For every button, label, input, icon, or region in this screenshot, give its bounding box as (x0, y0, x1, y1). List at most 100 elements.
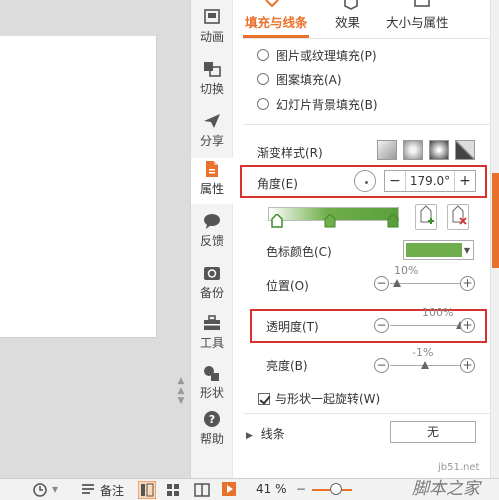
effects-icon (344, 0, 358, 10)
stop-color-swatch (406, 243, 462, 257)
angle-value[interactable]: 179.0° (405, 171, 455, 191)
brightness-plus-button[interactable]: + (460, 358, 475, 373)
vtab-backup[interactable]: 备份 (191, 262, 233, 308)
brightness-minus-button[interactable]: − (374, 358, 389, 373)
feedback-icon (204, 214, 220, 229)
zoom-out-button[interactable]: − (296, 482, 306, 496)
radio-label: 图案填充(A) (276, 72, 342, 87)
help-icon: ? (204, 411, 220, 427)
brightness-label: 亮度(B) (266, 359, 308, 373)
position-plus-button[interactable]: + (460, 276, 475, 291)
gradient-style-radial[interactable] (403, 140, 423, 160)
notes-icon (82, 484, 94, 494)
gradient-stop-3[interactable] (387, 214, 399, 228)
brightness-value: -1% (412, 346, 434, 359)
rotate-with-shape-label: 与形状一起旋转(W) (275, 392, 381, 406)
position-minus-button[interactable]: − (374, 276, 389, 291)
gradient-stop-2[interactable] (324, 214, 336, 228)
panel-collapse-handle[interactable] (492, 173, 499, 268)
vtab-tools[interactable]: 工具 (191, 312, 233, 358)
transition-icon (204, 62, 221, 77)
notes-button[interactable]: 备注 (100, 482, 124, 499)
transparency-slider[interactable]: − + 100% (374, 306, 475, 336)
zoom-slider-thumb[interactable] (330, 483, 342, 495)
slideshow-icon[interactable] (222, 482, 236, 496)
reading-view-icon[interactable] (194, 483, 210, 497)
line-section-label: 线条 (260, 427, 285, 441)
watermark-brand: 脚本之家 (412, 479, 480, 499)
slider-thumb[interactable] (420, 361, 429, 369)
panel-collapse-arrows[interactable]: ▲ ▲ ▼ (176, 376, 186, 416)
vtab-label: 备份 (199, 286, 224, 300)
normal-view-icon[interactable] (138, 481, 156, 499)
brightness-slider[interactable]: − + -1% (374, 346, 475, 376)
stop-color-picker[interactable]: ▼ (403, 240, 474, 260)
gradient-style-linear[interactable] (377, 140, 397, 160)
radio-button[interactable] (257, 49, 269, 61)
radio-label: 幻灯片背景填充(B) (276, 97, 378, 112)
shape-icon (204, 366, 219, 381)
transparency-minus-button[interactable]: − (374, 318, 389, 333)
radio-picture-texture-fill[interactable]: 图片或纹理填充(P) (257, 47, 377, 63)
add-gradient-stop-button[interactable] (415, 204, 437, 230)
angle-spinner[interactable]: − 179.0° + (384, 170, 476, 192)
stop-color-label: 色标颜色(C) (266, 245, 332, 259)
rotate-with-shape-checkbox[interactable] (258, 392, 270, 405)
slider-thumb[interactable] (393, 279, 401, 287)
angle-decrease-button[interactable]: − (385, 173, 405, 189)
size-properties-icon (414, 0, 430, 7)
vtab-animation[interactable]: 动画 (191, 6, 233, 52)
history-icon[interactable] (32, 482, 48, 498)
rotate-with-shape-option[interactable]: 与形状一起旋转(W) (258, 390, 380, 407)
vtab-label: 动画 (199, 30, 224, 44)
vtab-properties[interactable]: 属性 (191, 158, 233, 204)
gradient-style-label: 渐变样式(R) (257, 146, 323, 160)
add-stop-icon (420, 205, 434, 224)
transparency-label: 透明度(T) (266, 320, 319, 334)
backup-icon (204, 267, 220, 280)
angle-label: 角度(E) (257, 177, 298, 191)
radio-slide-background-fill[interactable]: 幻灯片背景填充(B) (257, 96, 378, 112)
vtab-label: 反馈 (199, 234, 224, 248)
slider-track (390, 325, 460, 326)
gradient-style-rectangular[interactable] (429, 140, 449, 160)
transparency-plus-button[interactable]: + (460, 318, 475, 333)
vtab-transition[interactable]: 切换 (191, 58, 233, 104)
toolbox-icon (204, 315, 220, 330)
vtab-share[interactable]: 分享 (191, 110, 233, 156)
slide-thumbnail[interactable] (0, 36, 157, 338)
tab-effects[interactable]: 效果 (335, 12, 360, 31)
vtab-label: 工具 (199, 336, 224, 350)
delete-gradient-stop-button[interactable] (447, 204, 469, 230)
line-section-header[interactable]: ▶ 线条 (246, 425, 285, 442)
vtab-label: 属性 (199, 182, 224, 196)
tab-fill-and-line[interactable]: 填充与线条 (245, 12, 308, 31)
chevron-right-icon: ▶ (246, 431, 253, 441)
radio-label: 图片或纹理填充(P) (276, 48, 377, 63)
line-style-select[interactable]: 无 (390, 421, 476, 443)
radio-pattern-fill[interactable]: 图案填充(A) (257, 71, 342, 87)
vtab-shape[interactable]: 形状 (191, 362, 233, 408)
zoom-level[interactable]: 41 % (256, 482, 287, 496)
position-label: 位置(O) (266, 279, 309, 293)
position-slider[interactable]: − + 10% (374, 264, 475, 294)
watermark-site: jb51.net (438, 462, 480, 473)
vtab-label: 形状 (199, 386, 224, 400)
angle-dial[interactable] (354, 170, 376, 192)
chevron-down-icon: ▾ (52, 482, 59, 496)
tab-divider (243, 38, 490, 39)
tab-size-and-properties[interactable]: 大小与属性 (386, 12, 449, 31)
angle-increase-button[interactable]: + (455, 173, 475, 189)
share-icon (204, 114, 220, 128)
vtab-label: 切换 (199, 82, 224, 96)
vtab-feedback[interactable]: 反馈 (191, 210, 233, 256)
slide-sorter-icon[interactable] (166, 483, 180, 497)
radio-button[interactable] (257, 98, 269, 110)
radio-button[interactable] (257, 73, 269, 85)
vtab-help[interactable]: ? 帮助 (191, 408, 233, 454)
transparency-value: 100% (422, 306, 454, 319)
gradient-style-path[interactable] (455, 140, 475, 160)
svg-text:?: ? (209, 413, 215, 426)
gradient-stop-1[interactable] (271, 214, 283, 228)
properties-icon (206, 161, 218, 177)
